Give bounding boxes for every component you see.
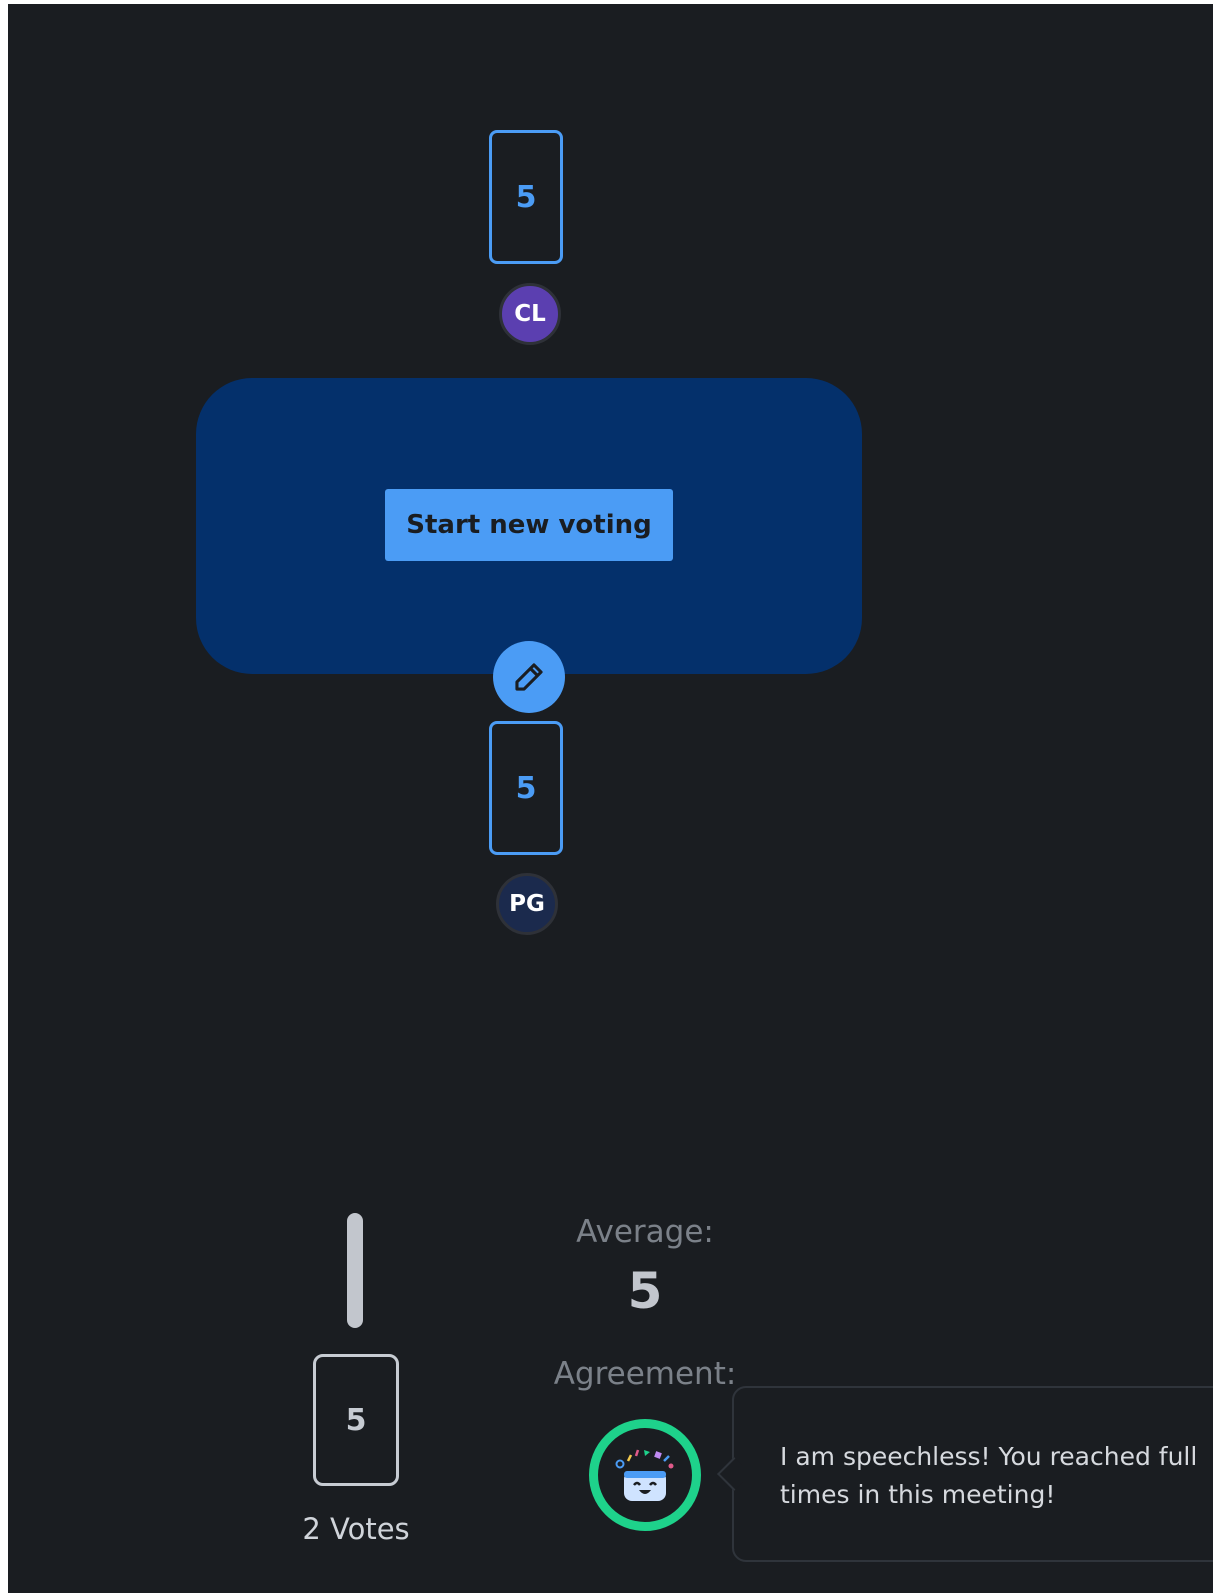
agreement-indicator[interactable] xyxy=(589,1419,701,1531)
planning-poker-app: 5 CL Start new voting 5 PG 5 2 Votes Ave… xyxy=(8,4,1213,1593)
vote-distribution-bar xyxy=(347,1213,363,1328)
start-new-voting-button[interactable]: Start new voting xyxy=(385,489,673,561)
player-avatar-bottom: PG xyxy=(496,873,558,935)
agreement-label: Agreement: xyxy=(553,1356,737,1392)
player-card-bottom: 5 xyxy=(489,721,563,855)
pencil-icon xyxy=(515,663,543,691)
average-label: Average: xyxy=(576,1214,714,1250)
average-value: 5 xyxy=(627,1262,663,1320)
result-card: 5 xyxy=(313,1354,399,1486)
votes-count: 2 Votes xyxy=(302,1512,410,1546)
edit-story-button[interactable] xyxy=(493,641,565,713)
agreement-message: I am speechless! You reached full times … xyxy=(780,1442,1198,1509)
player-avatar-top: CL xyxy=(499,283,561,345)
party-face-icon xyxy=(615,1449,674,1501)
player-card-top: 5 xyxy=(489,130,563,264)
